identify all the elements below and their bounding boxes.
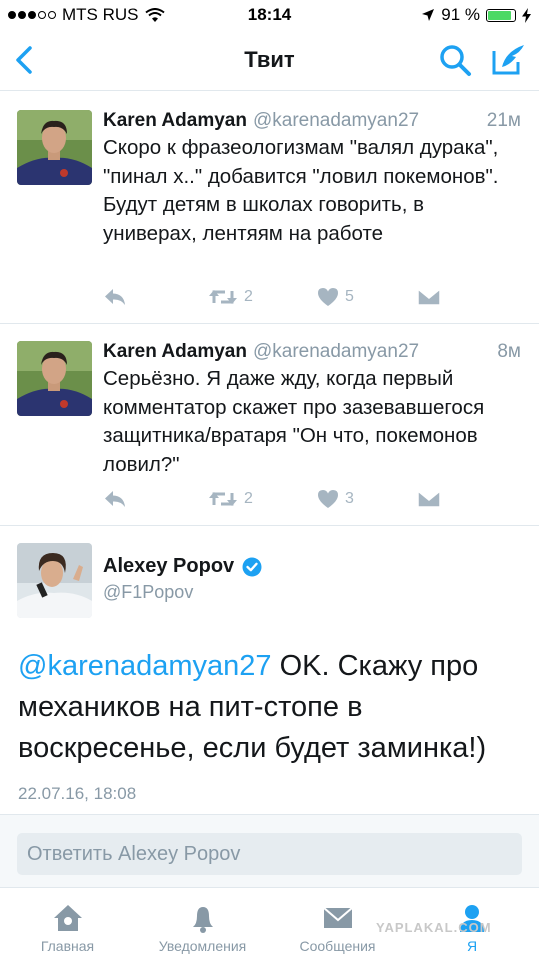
tab-label: Я <box>466 938 478 954</box>
tweet-time: 21м <box>486 110 521 131</box>
status-right: 91 % <box>421 5 531 25</box>
tab-label: Главная <box>40 938 95 954</box>
home-icon <box>53 905 82 931</box>
battery-icon <box>486 8 516 22</box>
tweet-text: @karenadamyan27 OK. Скажу про механиков … <box>18 646 523 769</box>
battery-percent: 91 % <box>441 5 480 24</box>
bell-icon <box>192 907 213 933</box>
envelope-icon <box>417 288 441 306</box>
retweet-count: 2 <box>244 288 253 305</box>
author-name[interactable]: Karen Adamyan <box>103 341 247 362</box>
compose-tweet-icon[interactable] <box>490 43 526 77</box>
reply-tweet[interactable]: Karen Adamyan @karenadamyan27 8м Серьёзно… <box>0 324 539 526</box>
retweet-count: 2 <box>244 490 253 507</box>
location-arrow-icon <box>422 9 435 21</box>
tweet-actions: 2 5 <box>103 285 483 309</box>
like-count: 3 <box>345 490 354 507</box>
heart-icon <box>318 490 338 508</box>
avatar[interactable] <box>17 110 92 185</box>
retweet-button[interactable]: 2 <box>208 285 253 309</box>
reply-input[interactable] <box>17 833 522 875</box>
tweet-text: Серьёзно. Я даже жду, когда первый комме… <box>103 367 485 476</box>
reply-tweet[interactable]: Karen Adamyan @karenadamyan27 21м Скоро к… <box>0 91 539 324</box>
retweet-button[interactable]: 2 <box>208 487 253 511</box>
charging-bolt-icon <box>522 7 531 23</box>
like-button[interactable]: 3 <box>317 487 354 511</box>
status-bar: MTS RUS 18:14 91 % <box>0 0 539 30</box>
avatar[interactable] <box>17 341 92 416</box>
tweet-header: Karen Adamyan @karenadamyan27 <box>103 110 419 132</box>
reply-icon <box>105 491 125 507</box>
tab-notifications[interactable]: Уведомления <box>135 888 270 961</box>
author-handle[interactable]: @karenadamyan27 <box>253 341 419 362</box>
author-name[interactable]: Karen Adamyan <box>103 110 247 131</box>
nav-bar: Твит <box>0 30 539 91</box>
like-count: 5 <box>345 288 354 305</box>
tweet-time: 8м <box>497 341 521 362</box>
mention-link[interactable]: @karenadamyan27 <box>18 650 272 682</box>
retweet-icon <box>209 492 237 506</box>
reply-button[interactable] <box>103 285 127 309</box>
avatar[interactable] <box>17 543 92 618</box>
author-handle[interactable]: @karenadamyan27 <box>253 110 419 131</box>
tab-label: Сообщения <box>299 938 376 954</box>
tweet-text: Скоро к фразеологизмам "валял дурака", "… <box>103 136 499 245</box>
direct-message-button[interactable] <box>417 487 441 511</box>
author-name-row: Alexey Popov <box>103 555 262 578</box>
author-handle[interactable]: @F1Popov <box>103 582 193 603</box>
author-name[interactable]: Alexey Popov <box>103 555 234 578</box>
tweet-header: Karen Adamyan @karenadamyan27 <box>103 341 419 363</box>
envelope-icon <box>417 490 441 508</box>
heart-icon <box>318 288 338 306</box>
tweet-timestamp: 22.07.16, 18:08 <box>18 784 137 803</box>
tab-home[interactable]: Главная <box>0 888 135 961</box>
direct-message-button[interactable] <box>417 285 441 309</box>
retweet-icon <box>209 290 237 304</box>
verified-badge-icon <box>242 557 262 576</box>
search-icon[interactable] <box>438 43 472 77</box>
envelope-icon <box>322 907 353 928</box>
reply-button[interactable] <box>103 487 127 511</box>
watermark: YAPLAKAL.COM <box>376 920 492 935</box>
like-button[interactable]: 5 <box>317 285 354 309</box>
reply-icon <box>105 289 125 305</box>
tab-label: Уведомления <box>158 938 247 954</box>
tweet-actions: 2 3 <box>103 487 483 511</box>
